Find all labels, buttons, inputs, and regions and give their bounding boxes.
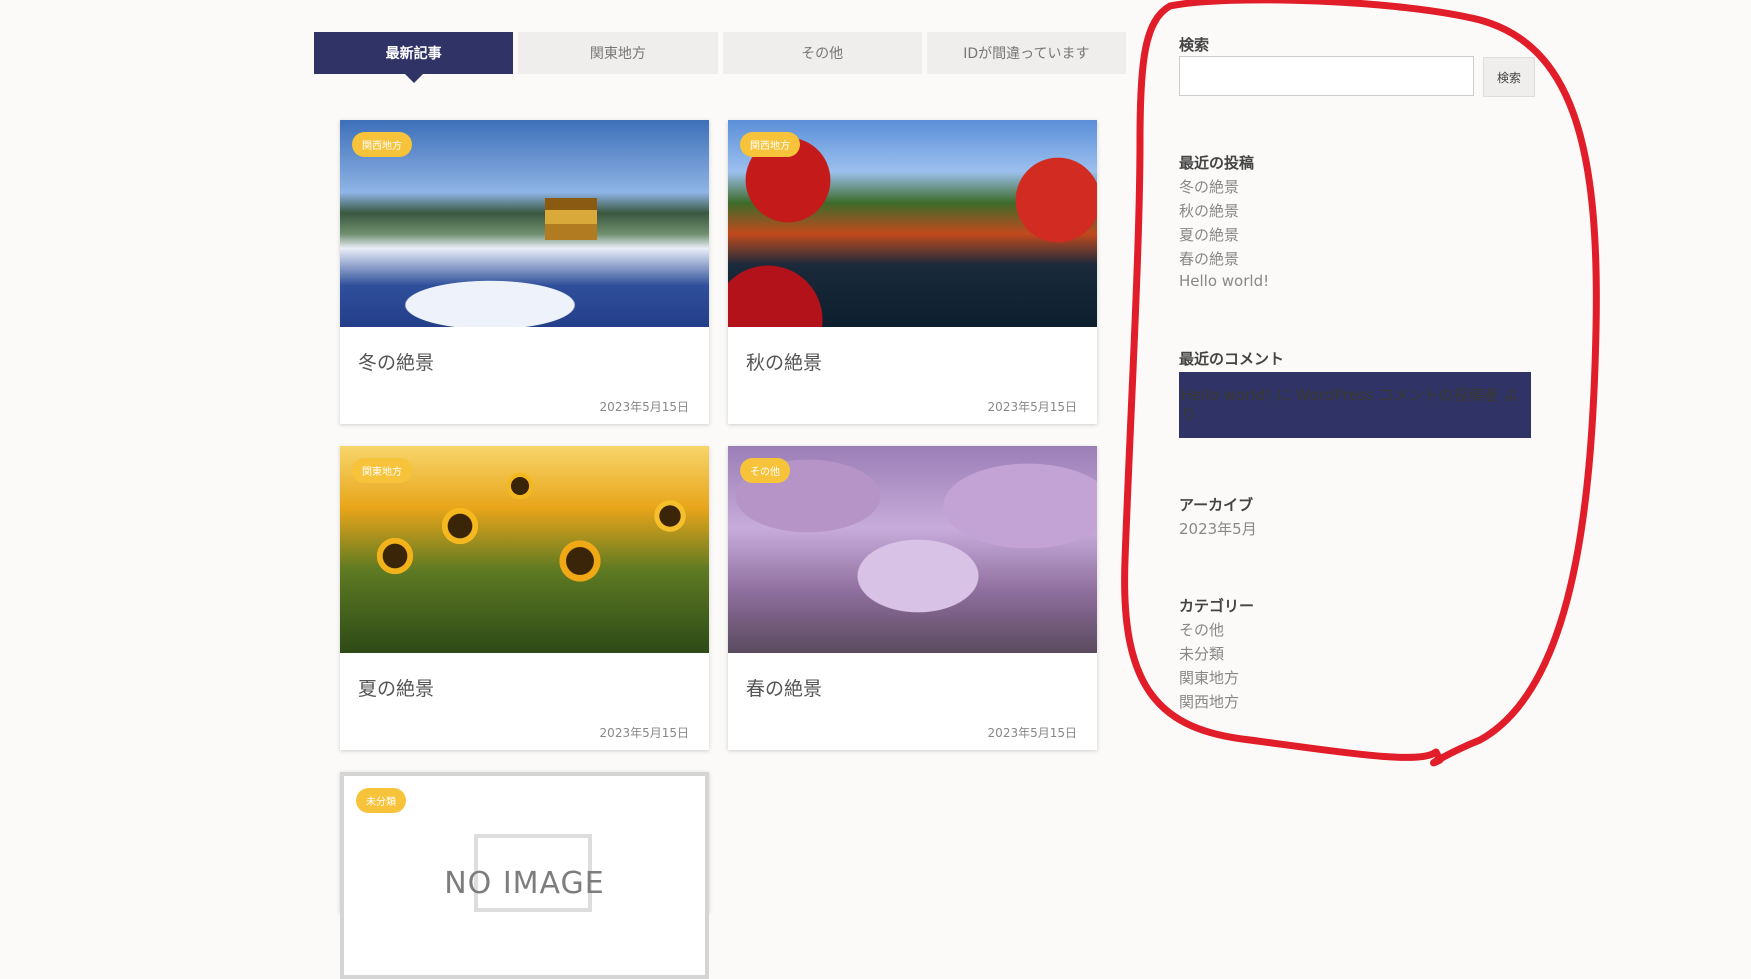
categories-title: カテゴリー bbox=[1179, 597, 1255, 615]
tab-invalid-id[interactable]: IDが間違っています bbox=[926, 32, 1126, 74]
post-title: 夏の絶景 bbox=[358, 678, 435, 700]
post-card-uncategorized[interactable]: NO IMAGE 未分類 bbox=[340, 772, 709, 979]
archives-title: アーカイブ bbox=[1179, 496, 1254, 514]
recent-posts-title: 最近の投稿 bbox=[1179, 154, 1255, 172]
post-card-autumn[interactable]: 関西地方 秋の絶景 2023年5月15日 bbox=[728, 120, 1097, 424]
post-thumbnail: 関西地方 bbox=[728, 120, 1097, 327]
category-badge: 関西地方 bbox=[352, 132, 412, 157]
category-link[interactable]: 関西地方 bbox=[1179, 691, 1239, 712]
post-title: 冬の絶景 bbox=[358, 352, 435, 374]
recent-comment-item[interactable]: Hello world! に WordPress コメントの投稿者 より bbox=[1179, 372, 1531, 438]
post-date: 2023年5月15日 bbox=[987, 726, 1077, 740]
post-card-spring[interactable]: その他 春の絶景 2023年5月15日 bbox=[728, 446, 1097, 750]
post-thumbnail: その他 bbox=[728, 446, 1097, 653]
post-title: 春の絶景 bbox=[746, 678, 823, 700]
recent-post-link[interactable]: Hello world! bbox=[1179, 272, 1269, 290]
post-card-summer[interactable]: 関東地方 夏の絶景 2023年5月15日 bbox=[340, 446, 709, 750]
tab-kanto[interactable]: 関東地方 bbox=[518, 32, 718, 74]
tab-latest-posts[interactable]: 最新記事 bbox=[314, 32, 514, 74]
post-card-winter[interactable]: 関西地方 冬の絶景 2023年5月15日 bbox=[340, 120, 709, 424]
post-date: 2023年5月15日 bbox=[599, 726, 689, 740]
search-input[interactable] bbox=[1179, 56, 1474, 96]
archive-link[interactable]: 2023年5月 bbox=[1179, 518, 1257, 539]
search-button[interactable]: 検索 bbox=[1483, 57, 1535, 97]
post-title: 秋の絶景 bbox=[746, 352, 823, 374]
no-image-text: NO IMAGE bbox=[444, 866, 605, 901]
post-thumbnail: 関東地方 bbox=[340, 446, 709, 653]
category-link[interactable]: 関東地方 bbox=[1179, 667, 1239, 688]
category-link[interactable]: その他 bbox=[1179, 619, 1224, 640]
recent-post-link[interactable]: 秋の絶景 bbox=[1179, 200, 1239, 221]
recent-post-link[interactable]: 冬の絶景 bbox=[1179, 176, 1239, 197]
tab-other[interactable]: その他 bbox=[722, 32, 922, 74]
recent-post-link[interactable]: 夏の絶景 bbox=[1179, 224, 1239, 245]
category-link[interactable]: 未分類 bbox=[1179, 643, 1224, 664]
post-thumbnail: 関西地方 bbox=[340, 120, 709, 327]
category-tabs: 最新記事 関東地方 その他 IDが間違っています bbox=[314, 32, 1126, 74]
category-badge: その他 bbox=[740, 458, 790, 483]
recent-post-link[interactable]: 春の絶景 bbox=[1179, 248, 1239, 269]
search-widget-title: 検索 bbox=[1179, 36, 1210, 54]
post-date: 2023年5月15日 bbox=[987, 400, 1077, 414]
recent-comments-title: 最近のコメント bbox=[1179, 350, 1285, 368]
category-badge: 未分類 bbox=[356, 788, 406, 813]
category-badge: 関東地方 bbox=[352, 458, 412, 483]
no-image-placeholder: NO IMAGE 未分類 bbox=[340, 772, 709, 979]
post-date: 2023年5月15日 bbox=[599, 400, 689, 414]
category-badge: 関西地方 bbox=[740, 132, 800, 157]
